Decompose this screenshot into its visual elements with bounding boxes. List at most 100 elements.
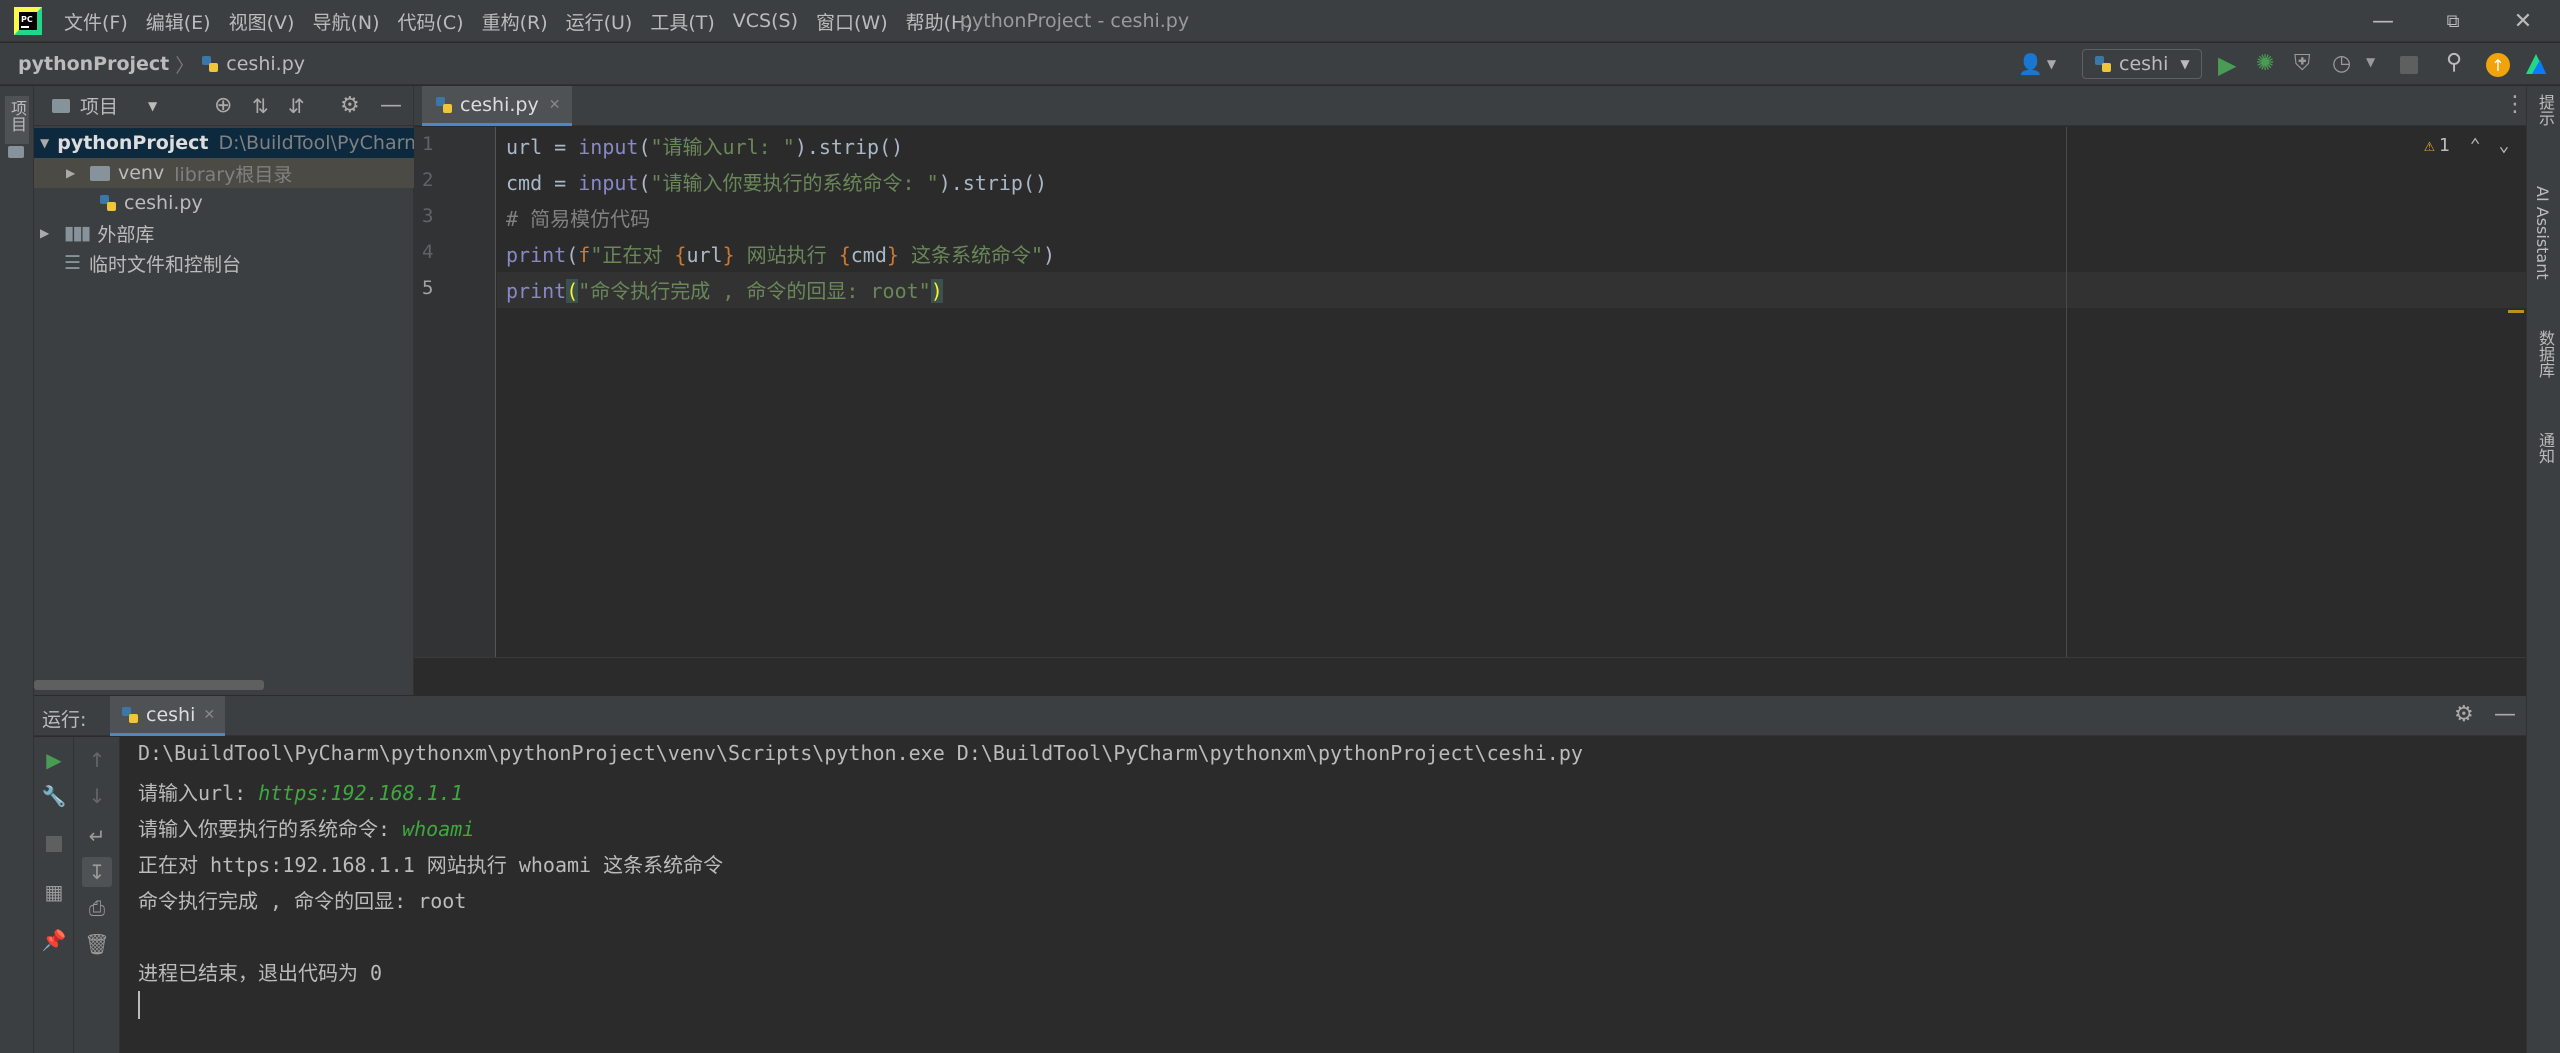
run-console[interactable]: D:\BuildTool\PyCharm\pythonxm\pythonProj…	[120, 737, 2526, 1053]
play-icon: ▶	[2218, 51, 2237, 79]
warning-stripe-marker[interactable]	[2508, 310, 2524, 313]
arrow-down-icon[interactable]: ↓	[82, 781, 112, 811]
database-tool-button[interactable]: 数据库	[2533, 330, 2557, 383]
tree-item-pythonproject[interactable]: ▼ pythonProject D:\BuildTool\PyCharm	[34, 128, 423, 158]
run-panel-label: 运行:	[42, 709, 87, 731]
stop-icon[interactable]	[39, 829, 69, 859]
menu-tools[interactable]: 工具(T)	[644, 8, 720, 35]
updates-button[interactable]: ↑	[2486, 53, 2510, 77]
run-button[interactable]: ▶	[2218, 51, 2236, 79]
menu-run[interactable]: 运行(U)	[560, 8, 639, 35]
menu-view[interactable]: 视图(V)	[223, 8, 301, 35]
trash-icon[interactable]: 🗑	[82, 929, 112, 959]
restore-icon: ⧉	[2446, 10, 2460, 32]
editor-tab-bar: ceshi.py ✕ ⋮	[414, 86, 2526, 126]
wrench-icon[interactable]: 🔧	[39, 781, 69, 811]
line-number: 1	[422, 133, 434, 155]
more-options-button[interactable]: ⋮	[2504, 92, 2526, 117]
tree-item-external-libraries[interactable]: ▶ ▮▮▮ 外部库	[34, 218, 414, 248]
tree-item-label: ceshi.py	[124, 192, 203, 214]
next-warning-icon[interactable]: ⌄	[2499, 135, 2510, 156]
ai-assistant-tool-button[interactable]: AI Assistant	[2533, 186, 2552, 285]
line-number: 5	[422, 277, 434, 299]
tree-item-label: 临时文件和控制台	[89, 253, 242, 276]
ide-features-button[interactable]	[2524, 52, 2548, 76]
chevron-down-icon: ▼	[2366, 55, 2376, 69]
folder-icon	[52, 98, 70, 113]
console-user-input: whoami	[402, 817, 475, 841]
notifications-label: 通知	[2536, 432, 2555, 464]
stop-button[interactable]	[2400, 56, 2418, 74]
more-vertical-icon: ⋮	[2504, 92, 2526, 117]
close-button[interactable]: ✕	[2488, 0, 2558, 42]
tree-item-scratches[interactable]: ☰ 临时文件和控制台	[34, 248, 414, 278]
close-tab-icon[interactable]: ✕	[203, 707, 215, 723]
breadcrumb: pythonProject 〉 ceshi.py	[18, 43, 305, 85]
arrow-up-icon[interactable]: ↑	[82, 745, 112, 775]
inspection-widget[interactable]: ⚠ 1 ⌃ ⌄	[2424, 135, 2509, 156]
more-run-options-button[interactable]: ▼	[2366, 55, 2375, 69]
run-tab-ceshi[interactable]: ceshi ✕	[110, 696, 226, 736]
python-file-icon	[100, 195, 116, 211]
gear-icon[interactable]: ⚙	[340, 93, 360, 118]
chevron-right-icon: ▶	[40, 226, 50, 240]
project-tool-button[interactable]: 项目	[5, 96, 29, 144]
warning-count: 1	[2438, 135, 2450, 156]
menu-window[interactable]: 窗口(W)	[810, 8, 894, 35]
breadcrumb-project[interactable]: pythonProject	[18, 53, 169, 75]
menu-edit[interactable]: 编辑(E)	[140, 8, 217, 35]
rerun-icon[interactable]: ▶	[39, 745, 69, 775]
search-button[interactable]: ⚲	[2446, 50, 2462, 75]
expand-all-icon[interactable]: ⇅	[252, 94, 269, 118]
breadcrumb-file[interactable]: ceshi.py	[226, 53, 305, 75]
text-cursor	[138, 991, 140, 1019]
coverage-button[interactable]: ⛨	[2294, 51, 2311, 76]
tree-item-venv[interactable]: ▶ venv library根目录	[34, 158, 414, 188]
navigation-bar: pythonProject 〉 ceshi.py 👤 ▼ ceshi ▼ ▶ ✺…	[0, 43, 2560, 85]
hints-tool-button[interactable]: 提示	[2533, 94, 2557, 131]
chevron-down-icon[interactable]: ▼	[148, 99, 157, 113]
layout-icon[interactable]: ▦	[39, 877, 69, 907]
menu-code[interactable]: 代码(C)	[391, 8, 469, 35]
menu-vcs[interactable]: VCS(S)	[727, 10, 804, 32]
code-editor[interactable]: 1 2 3 4 5 url = input("请输入url: ").strip(…	[414, 127, 2526, 657]
tree-item-label: pythonProject	[57, 132, 209, 154]
hide-panel-icon[interactable]: —	[2494, 702, 2516, 727]
debug-button[interactable]: ✺	[2256, 51, 2274, 76]
chevron-down-icon: ▼	[2046, 57, 2057, 71]
run-tab-label: ceshi	[146, 703, 196, 726]
collapse-all-icon[interactable]: ⇵	[288, 94, 305, 118]
previous-warning-icon[interactable]: ⌃	[2470, 135, 2481, 156]
restore-button[interactable]: ⧉	[2418, 0, 2488, 42]
menu-refactor[interactable]: 重构(R)	[476, 8, 554, 35]
soft-wrap-icon[interactable]: ↵	[82, 821, 112, 851]
print-icon[interactable]: ⎙	[82, 893, 112, 923]
close-tab-icon[interactable]: ✕	[549, 97, 561, 113]
hide-panel-icon[interactable]: —	[380, 93, 402, 118]
tree-item-label: 外部库	[97, 223, 155, 246]
gear-icon[interactable]: ⚙	[2454, 702, 2474, 727]
tree-item-ceshi-py[interactable]: ceshi.py	[34, 188, 414, 218]
scroll-to-end-icon[interactable]: ↧	[82, 857, 112, 887]
notifications-tool-button[interactable]: 通知	[2533, 432, 2557, 469]
close-icon: ✕	[2513, 8, 2533, 34]
menu-file[interactable]: 文件(F)	[58, 8, 134, 35]
python-file-icon	[202, 56, 219, 72]
title-bar: PC 文件(F) 编辑(E) 视图(V) 导航(N) 代码(C) 重构(R) 运…	[0, 0, 2560, 42]
user-account-button[interactable]: 👤 ▼	[2018, 51, 2058, 77]
profile-button[interactable]: ◷	[2332, 51, 2351, 76]
tab-ceshi-py[interactable]: ceshi.py ✕	[422, 86, 573, 126]
locate-icon[interactable]: ⊕	[214, 93, 232, 118]
console-exit-message: 进程已结束，退出代码为 0	[138, 961, 383, 985]
project-panel-header: 项目 ▼ ⊕ ⇅ ⇵ ⚙ —	[34, 86, 414, 126]
pin-icon[interactable]: 📌	[39, 925, 69, 955]
left-tool-stripe: 项目	[0, 86, 34, 1053]
python-file-icon	[436, 96, 452, 113]
run-configuration-select[interactable]: ceshi ▼	[2082, 49, 2202, 79]
folder-icon	[8, 146, 24, 158]
project-panel-title[interactable]: 项目	[80, 92, 118, 119]
minimize-button[interactable]: —	[2348, 0, 2418, 42]
horizontal-scrollbar[interactable]	[34, 680, 264, 690]
menu-navigate[interactable]: 导航(N)	[306, 8, 385, 35]
minimize-icon: —	[2372, 8, 2394, 34]
